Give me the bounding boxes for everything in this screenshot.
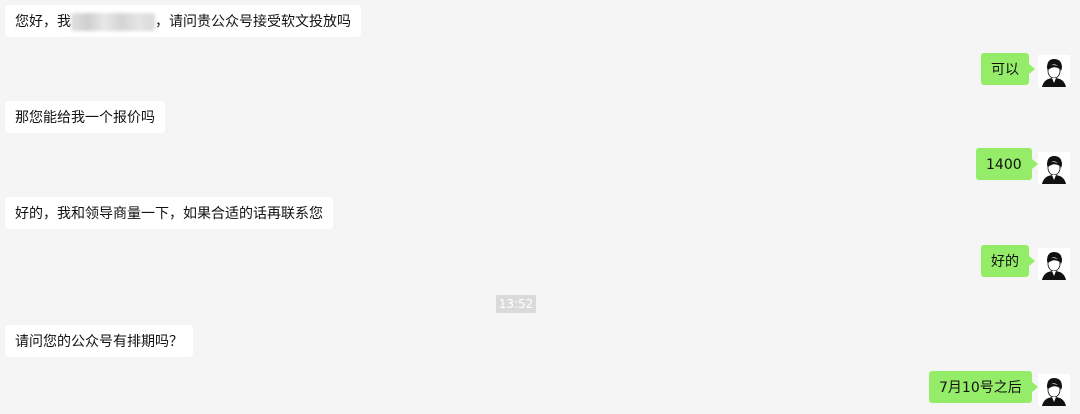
user-avatar-icon[interactable] [1038, 152, 1070, 184]
message-text: 7月10号之后 [939, 380, 1022, 396]
incoming-message-bubble[interactable]: 好的，我和领导商量一下，如果合适的话再联系您 [5, 197, 333, 229]
outgoing-message-bubble[interactable]: 7月10号之后 [929, 371, 1038, 403]
incoming-message-bubble[interactable]: 您好，我 ，请问贵公众号接受软文投放吗 [5, 5, 361, 37]
message-text: 那您能给我一个报价吗 [15, 110, 155, 126]
obscured-text [71, 13, 155, 31]
incoming-message-bubble[interactable]: 那您能给我一个报价吗 [5, 101, 165, 133]
outgoing-message-bubble[interactable]: 好的 [981, 245, 1035, 277]
user-avatar-icon[interactable] [1038, 374, 1070, 406]
message-text: 好的，我和领导商量一下，如果合适的话再联系您 [15, 206, 323, 222]
message-text: 您好，我 [15, 14, 71, 30]
message-text: 可以 [991, 62, 1019, 78]
message-text: 请问您的公众号有排期吗？ [15, 334, 183, 350]
message-text: ，请问贵公众号接受软文投放吗 [155, 14, 351, 30]
outgoing-message-bubble[interactable]: 1400 [976, 148, 1038, 180]
user-avatar-icon[interactable] [1038, 248, 1070, 280]
outgoing-message-bubble[interactable]: 可以 [981, 53, 1035, 85]
chat-timestamp: 13:52 [496, 295, 536, 313]
message-text: 1400 [986, 157, 1022, 173]
message-text: 好的 [991, 254, 1019, 270]
incoming-message-bubble[interactable]: 请问您的公众号有排期吗？ [5, 325, 193, 357]
user-avatar-icon[interactable] [1038, 55, 1070, 87]
